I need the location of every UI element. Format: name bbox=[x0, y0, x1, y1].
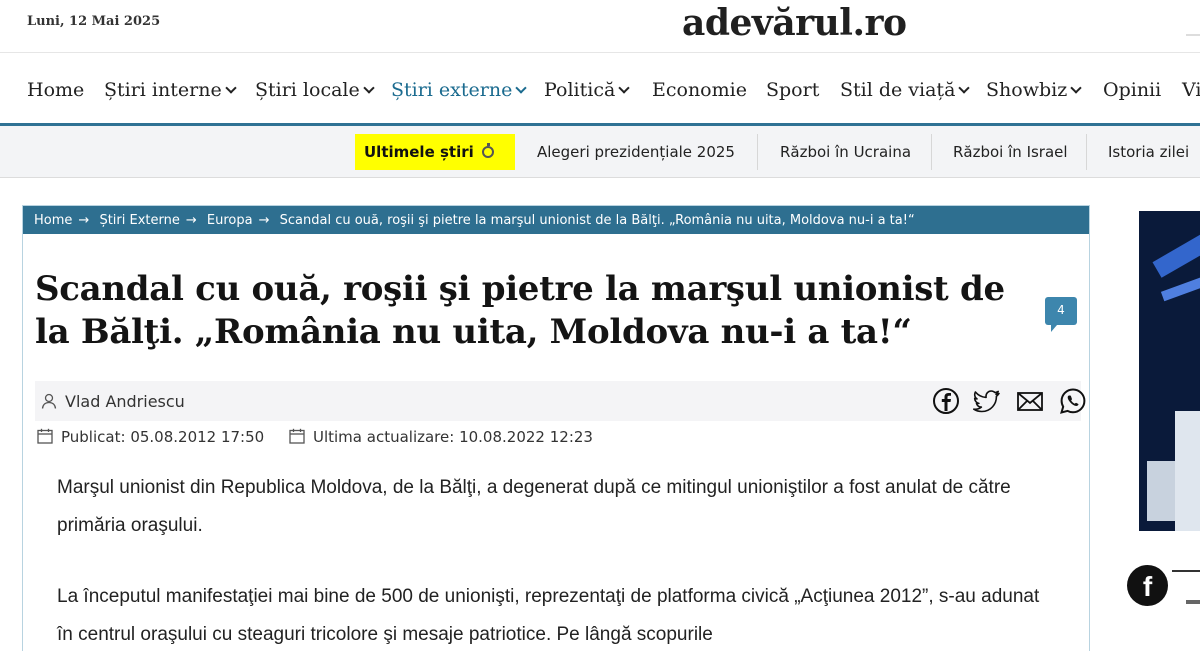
published-date: 05.08.2012 17:50 bbox=[130, 428, 265, 446]
sidebar-divider bbox=[1186, 600, 1200, 604]
nav-item-stiri-locale[interactable]: Știri locale bbox=[255, 79, 375, 101]
nav-label: Vi bbox=[1182, 79, 1200, 101]
nav-item-economie[interactable]: Economie bbox=[652, 79, 747, 101]
site-logo[interactable]: adevărul.ro bbox=[682, 2, 907, 44]
ad-graphic bbox=[1175, 411, 1200, 531]
article-title: Scandal cu ouă, roşii şi pietre la marşu… bbox=[35, 269, 1005, 352]
header-divider-line bbox=[0, 52, 1200, 53]
breadcrumb-arrow-icon: → bbox=[78, 213, 90, 228]
nav-item-stiri-interne[interactable]: Știri interne bbox=[104, 79, 237, 101]
author-name[interactable]: Vlad Andriescu bbox=[65, 392, 185, 411]
subnav-item-alegeri[interactable]: Alegeri prezidențiale 2025 bbox=[537, 143, 735, 161]
subnav-item-israel[interactable]: Război în Israel bbox=[953, 143, 1068, 161]
facebook-icon[interactable] bbox=[932, 387, 960, 415]
breadcrumb-europa[interactable]: Europa bbox=[207, 213, 253, 228]
main-nav: Home Știri interne Știri locale Știri ex… bbox=[0, 60, 1200, 122]
twitter-icon[interactable] bbox=[973, 387, 1001, 415]
updated-label: Ultima actualizare: bbox=[312, 428, 455, 446]
author-share-bar: Vlad Andriescu bbox=[35, 381, 1086, 421]
sidebar-divider bbox=[1172, 570, 1200, 572]
article-card: Home → Știri Externe → Europa → Scandal cu … bbox=[22, 205, 1090, 651]
ultimele-stiri-button[interactable]: Ultimele știri bbox=[355, 134, 515, 170]
subnav-divider bbox=[757, 134, 758, 170]
article-dates: Publicat: 05.08.2012 17:50 Ultima actual… bbox=[37, 428, 593, 446]
nav-item-sport[interactable]: Sport bbox=[766, 79, 819, 101]
email-icon[interactable] bbox=[1016, 387, 1044, 415]
breadcrumb-arrow-icon: → bbox=[185, 213, 197, 228]
nav-label: Stil de viață bbox=[840, 79, 956, 101]
nav-item-stil-de-viata[interactable]: Stil de viață bbox=[840, 79, 971, 101]
nav-item-showbiz[interactable]: Showbiz bbox=[986, 79, 1082, 101]
ultimele-stiri-label: Ultimele știri bbox=[364, 143, 474, 161]
whatsapp-icon[interactable] bbox=[1059, 387, 1087, 415]
nav-label: Economie bbox=[652, 79, 747, 101]
breadcrumb-stiri-externe[interactable]: Știri Externe bbox=[99, 213, 179, 228]
calendar-icon bbox=[37, 428, 53, 444]
nav-label: Home bbox=[27, 79, 85, 101]
chevron-down-icon bbox=[1070, 82, 1082, 94]
subnav-item-ucraina[interactable]: Război în Ucraina bbox=[780, 143, 911, 161]
subnav-item-istoria-zilei[interactable]: Istoria zilei bbox=[1108, 143, 1189, 161]
secondary-nav: Ultimele știri Alegeri prezidențiale 202… bbox=[0, 126, 1200, 178]
ad-graphic bbox=[1147, 461, 1177, 521]
published-label: Publicat: bbox=[61, 428, 126, 446]
chevron-down-icon bbox=[618, 82, 630, 94]
nav-label: Știri externe bbox=[391, 79, 513, 101]
sidebar-ad-image[interactable] bbox=[1139, 211, 1200, 531]
nav-label: Showbiz bbox=[986, 79, 1068, 101]
nav-label: Știri interne bbox=[104, 79, 222, 101]
chevron-down-icon bbox=[515, 82, 528, 94]
subnav-divider bbox=[1086, 134, 1087, 170]
nav-label: Politică bbox=[544, 79, 616, 101]
facebook-follow-icon[interactable]: f bbox=[1127, 565, 1168, 606]
site-header: Luni, 12 Mai 2025 adevărul.ro bbox=[0, 0, 1200, 52]
chevron-down-icon bbox=[958, 82, 971, 94]
nav-label: Sport bbox=[766, 79, 820, 101]
article-paragraph: La începutul manifestaţiei mai bine de 5… bbox=[57, 586, 1040, 645]
nav-item-home[interactable]: Home bbox=[27, 79, 84, 101]
breadcrumb-arrow-icon: → bbox=[258, 213, 270, 228]
article-paragraph: Marşul unionist din Republica Moldova, d… bbox=[57, 477, 1011, 536]
nav-item-video[interactable]: Vi bbox=[1182, 79, 1200, 101]
stopwatch-icon bbox=[481, 143, 494, 158]
calendar-icon bbox=[289, 428, 305, 444]
nav-label: Știri locale bbox=[255, 79, 360, 101]
chevron-down-icon bbox=[363, 82, 375, 94]
updated-date: 10.08.2022 12:23 bbox=[459, 428, 593, 446]
comments-count-badge[interactable]: 4 bbox=[1045, 297, 1077, 332]
person-icon bbox=[41, 393, 57, 409]
current-date: Luni, 12 Mai 2025 bbox=[27, 14, 161, 29]
nav-item-politica[interactable]: Politică bbox=[544, 79, 630, 101]
nav-label: Opinii bbox=[1103, 79, 1162, 101]
breadcrumb: Home → Știri Externe → Europa → Scandal cu … bbox=[23, 206, 1089, 234]
breadcrumb-home[interactable]: Home bbox=[34, 213, 72, 228]
nav-item-opinii[interactable]: Opinii bbox=[1103, 79, 1161, 101]
ad-graphic bbox=[1152, 211, 1200, 278]
subnav-divider bbox=[931, 134, 932, 170]
header-divider bbox=[1186, 34, 1200, 36]
breadcrumb-current: Scandal cu ouă, roşii şi pietre la marşu… bbox=[279, 213, 915, 228]
chevron-down-icon bbox=[225, 82, 237, 94]
nav-item-stiri-externe[interactable]: Știri externe bbox=[391, 79, 528, 101]
